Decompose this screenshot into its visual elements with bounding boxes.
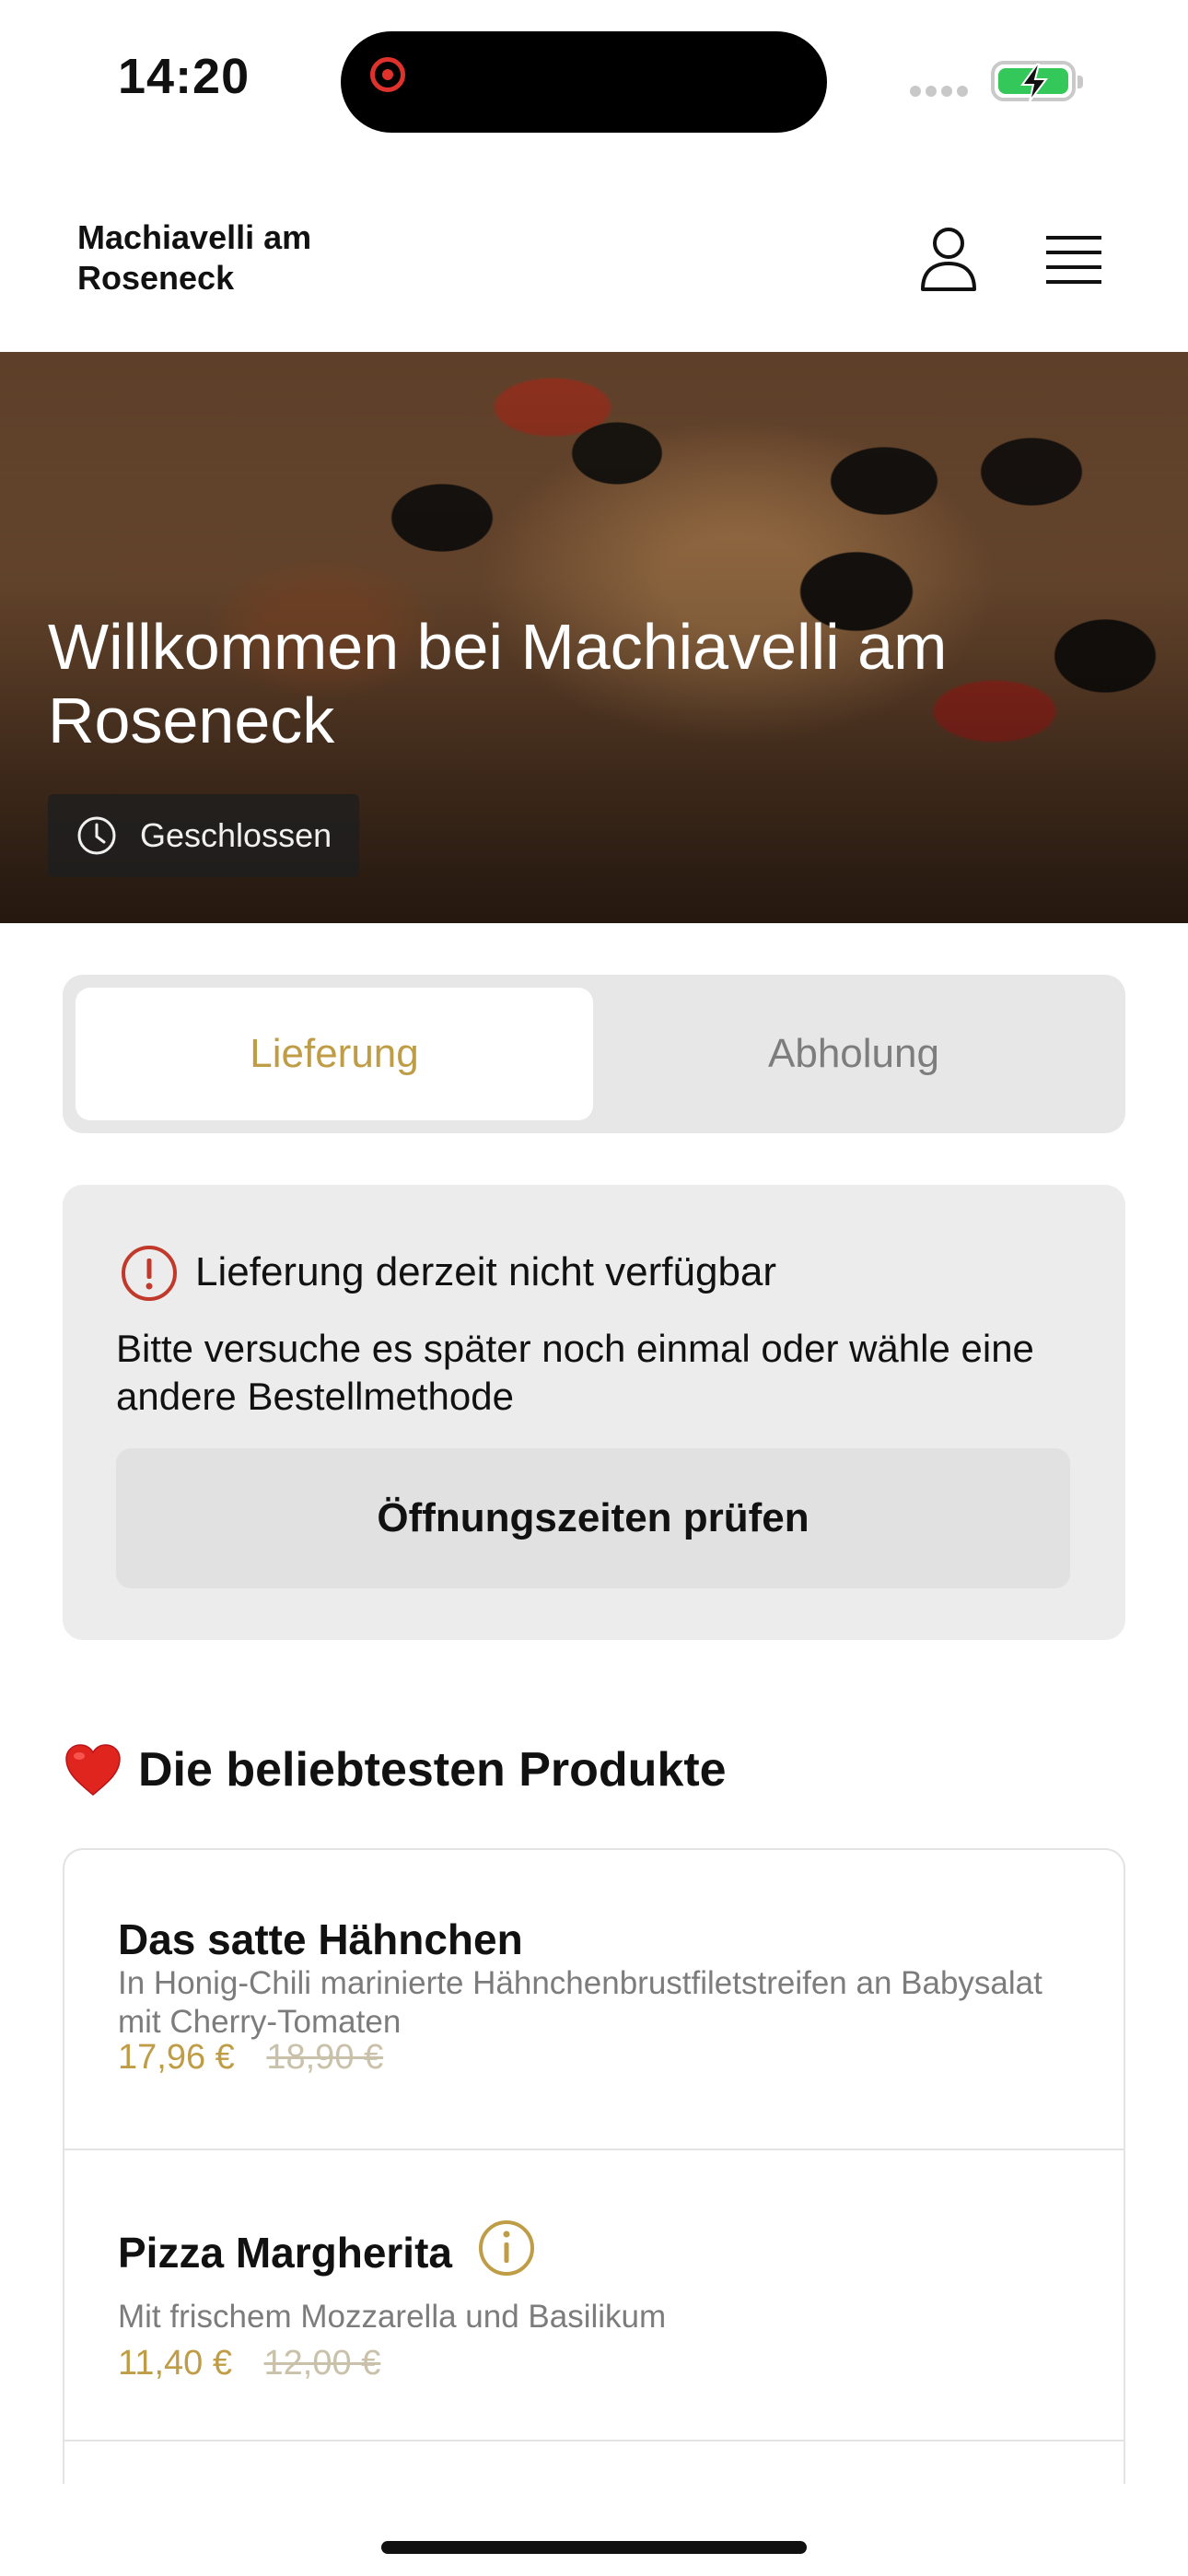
popular-products-list: Das satte Hähnchen In Honig-Chili marini… [63, 1848, 1125, 2484]
record-icon [370, 57, 405, 92]
order-mode-toggle: Lieferung Abholung [63, 975, 1125, 1133]
product-price-current: 17,96 € [118, 2038, 235, 2077]
notice-title: Lieferung derzeit nicht verfügbar [195, 1249, 777, 1294]
product-card[interactable]: Pizza Margherita Mit frischem Mozzarella… [64, 2150, 1124, 2441]
delivery-unavailable-notice: Lieferung derzeit nicht verfügbar Bitte … [63, 1185, 1125, 1640]
menu-icon[interactable] [1042, 234, 1105, 286]
product-price: 11,40 € 12,00 € [118, 2344, 380, 2383]
product-price: 17,96 € 18,90 € [118, 2038, 383, 2078]
hero-title: Willkommen bei Machiavelli am Roseneck [48, 611, 948, 756]
opening-status-label: Geschlossen [140, 816, 332, 854]
product-price-old: 18,90 € [266, 2038, 384, 2077]
tab-delivery[interactable]: Lieferung [76, 988, 593, 1120]
app-header: Machiavelli am Roseneck [0, 157, 1188, 352]
product-price-old: 12,00 € [263, 2344, 381, 2383]
check-opening-hours-button[interactable]: Öffnungszeiten prüfen [116, 1448, 1070, 1588]
product-name: Pizza Margherita [118, 2229, 452, 2277]
tab-pickup[interactable]: Abholung [595, 988, 1112, 1120]
dynamic-island [341, 31, 827, 133]
signal-icon [910, 85, 974, 98]
notice-text: Bitte versuche es später noch einmal ode… [116, 1327, 1034, 1418]
info-icon[interactable] [477, 2219, 536, 2277]
status-bar: 14:20 [0, 0, 1188, 157]
heart-icon [65, 1744, 121, 1796]
home-indicator[interactable] [381, 2541, 807, 2554]
user-icon[interactable] [917, 225, 980, 293]
product-price-current: 11,40 € [118, 2344, 232, 2383]
popular-products-title: Die beliebtesten Produkte [138, 1743, 727, 1797]
restaurant-name[interactable]: Machiavelli am Roseneck [77, 217, 381, 299]
opening-status-badge: Geschlossen [48, 794, 360, 877]
product-name: Das satte Hähnchen [118, 1915, 523, 1963]
product-description: In Honig-Chili marinierte Hähnchenbrustf… [118, 1965, 1042, 2040]
popular-products-heading: Die beliebtesten Produkte [64, 1738, 727, 1802]
clock-icon [77, 816, 116, 855]
info-icon [122, 1246, 177, 1301]
hero-banner: Willkommen bei Machiavelli am Roseneck G… [0, 352, 1188, 923]
product-description: Mit frischem Mozzarella und Basilikum [118, 2299, 667, 2335]
status-time: 14:20 [118, 49, 250, 104]
battery-charging-icon [991, 61, 1083, 102]
product-card[interactable]: Das satte Hähnchen In Honig-Chili marini… [64, 1850, 1124, 2150]
